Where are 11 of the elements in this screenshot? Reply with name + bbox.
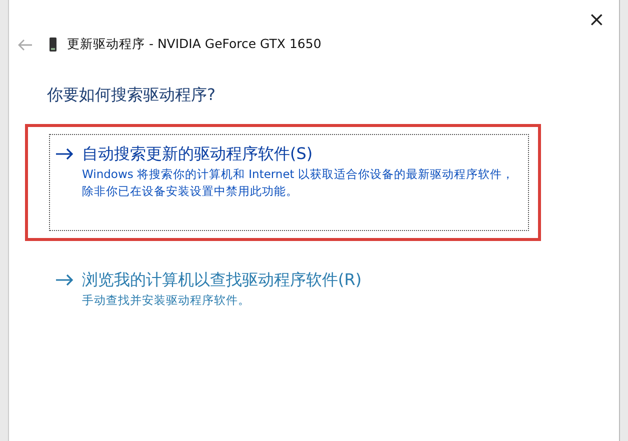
option-description: 手动查找并安装驱动程序软件。 (82, 292, 251, 309)
heading: 你要如何搜索驱动程序? (47, 85, 216, 106)
back-icon[interactable] (17, 38, 33, 52)
arrow-icon (56, 274, 74, 286)
arrow-icon (56, 148, 74, 160)
close-button[interactable]: × (584, 6, 609, 32)
option-link[interactable]: 自动搜索更新的驱动程序软件(S) (82, 143, 518, 165)
window-title: 更新驱动程序 - NVIDIA GeForce GTX 1650 (67, 36, 322, 53)
option-description: Windows 将搜索你的计算机和 Internet 以获取适合你设备的最新驱动程序软件，除非你已在设备安装设置中禁用此功能。 (82, 166, 515, 200)
device-icon (49, 37, 57, 52)
option-link[interactable]: 浏览我的计算机以查找驱动程序软件(R) (82, 269, 362, 291)
